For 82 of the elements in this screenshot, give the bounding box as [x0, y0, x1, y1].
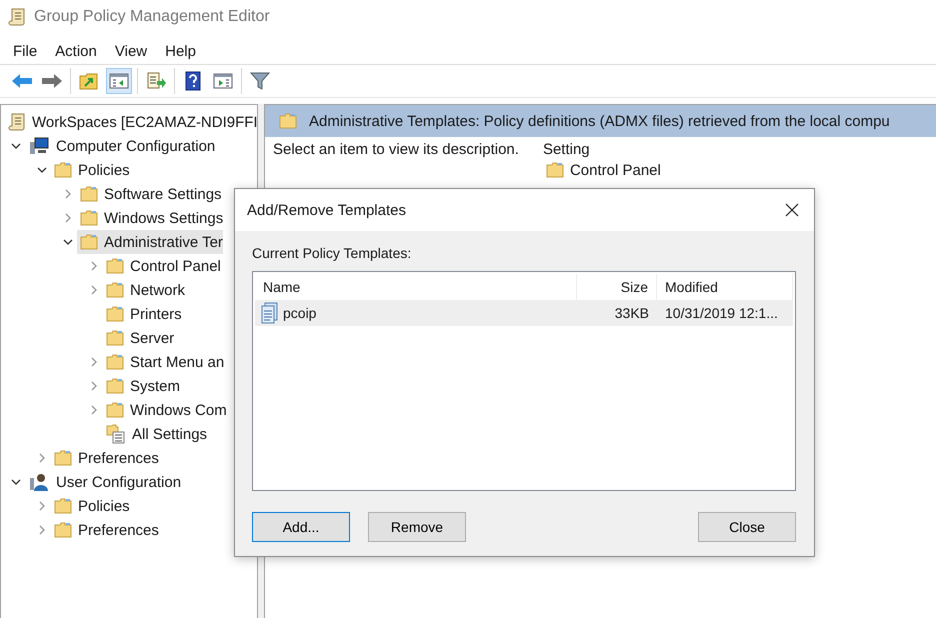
tree-item[interactable]: Computer Configuration [25, 134, 216, 158]
setting-item[interactable]: Control Panel [542, 158, 661, 182]
tree-item[interactable]: Policies [51, 158, 130, 182]
table-cell-text: 33KB [614, 305, 650, 321]
dialog-button[interactable]: Close [698, 512, 796, 542]
folder-icon [54, 522, 72, 538]
tree-item[interactable]: System [103, 374, 180, 398]
toolbar-button[interactable] [106, 68, 132, 94]
expand-chevron-icon[interactable] [64, 213, 72, 223]
collapse-chevron-icon[interactable] [63, 238, 73, 246]
close-icon [785, 203, 799, 217]
tree-item[interactable]: All Settings [103, 422, 208, 446]
expand-chevron-icon[interactable] [90, 405, 98, 415]
folder-icon [279, 113, 297, 129]
tree-item[interactable]: Windows Com [103, 398, 227, 422]
folder-icon [54, 162, 72, 178]
filter-icon [250, 71, 270, 91]
help-icon [185, 71, 201, 91]
export-list-icon [146, 72, 166, 90]
dialog-title: Add/Remove Templates [247, 202, 406, 218]
expand-chevron-icon[interactable] [90, 381, 98, 391]
tree-item[interactable]: Administrative Ter [77, 230, 223, 254]
tree-item[interactable]: Network [103, 278, 186, 302]
folder-icon [80, 210, 98, 226]
window-title: Group Policy Management Editor [34, 8, 270, 26]
expand-chevron-icon[interactable] [64, 189, 72, 199]
folder-up-icon [79, 72, 99, 90]
folder-icon [106, 402, 124, 418]
folder-icon [546, 162, 564, 178]
tree-item[interactable]: Preferences [51, 518, 159, 542]
folder-icon [80, 234, 98, 250]
tree-item[interactable]: Start Menu an [103, 350, 224, 374]
tree-item[interactable]: User Configuration [25, 470, 182, 494]
tree-item[interactable]: Printers [103, 302, 182, 326]
tree-item[interactable]: Policies [51, 494, 130, 518]
menu-item[interactable]: View [106, 42, 156, 60]
computer-icon [28, 136, 50, 156]
menu-item[interactable]: Help [156, 42, 205, 60]
scroll-icon [8, 112, 26, 132]
folder-icon [106, 354, 124, 370]
template-row[interactable]: pcoip 33KB 10/31/2019 12:1... [255, 300, 793, 326]
back-arrow-icon [11, 73, 33, 89]
folder-icon [80, 186, 98, 202]
tree-item[interactable]: Server [103, 326, 174, 350]
menu-item[interactable]: Action [46, 42, 106, 60]
table-cell: pcoip [283, 305, 316, 321]
console-tree-icon [109, 73, 129, 89]
dialog-button[interactable]: Add... [252, 512, 350, 542]
document-icon [261, 302, 279, 324]
description-text: Select an item to view its description. [273, 141, 519, 160]
expand-chevron-icon[interactable] [90, 285, 98, 295]
expand-chevron-icon[interactable] [38, 525, 46, 535]
tree-item[interactable]: Preferences [51, 446, 159, 470]
tree-item[interactable]: Software Settings [77, 182, 222, 206]
table-cell-text: 10/31/2019 12:1... [664, 305, 779, 321]
collapse-chevron-icon[interactable] [11, 478, 21, 486]
tree-item[interactable]: Windows Settings [77, 206, 224, 230]
tree-item[interactable]: Control Panel [103, 254, 221, 278]
folder-icon [106, 282, 124, 298]
folder-icon [54, 450, 72, 466]
folder-icon [106, 258, 124, 274]
collapse-chevron-icon[interactable] [37, 166, 47, 174]
expand-chevron-icon[interactable] [38, 501, 46, 511]
scroll-icon [8, 7, 26, 27]
dialog-button[interactable]: Remove [368, 512, 466, 542]
collapse-chevron-icon[interactable] [11, 142, 21, 150]
header-text: Administrative Templates: Policy definitions (ADMX files) retrieved from the local compu [309, 112, 890, 130]
action-pane-icon [213, 73, 233, 89]
folder-icon [106, 306, 124, 322]
user-icon [28, 472, 50, 492]
expand-chevron-icon[interactable] [90, 357, 98, 367]
list-label: Current Policy Templates: [252, 245, 412, 261]
forward-arrow-icon [41, 73, 63, 89]
folder-icon [106, 330, 124, 346]
column-header: Setting [542, 141, 591, 158]
menu-item[interactable]: File [4, 42, 46, 60]
settings-list-icon [106, 424, 126, 444]
expand-chevron-icon[interactable] [90, 261, 98, 271]
folder-icon [106, 378, 124, 394]
expand-chevron-icon[interactable] [38, 453, 46, 463]
tree-item[interactable]: WorkSpaces [EC2AMAZ-NDI9FFI [5, 110, 257, 134]
folder-icon [54, 498, 72, 514]
